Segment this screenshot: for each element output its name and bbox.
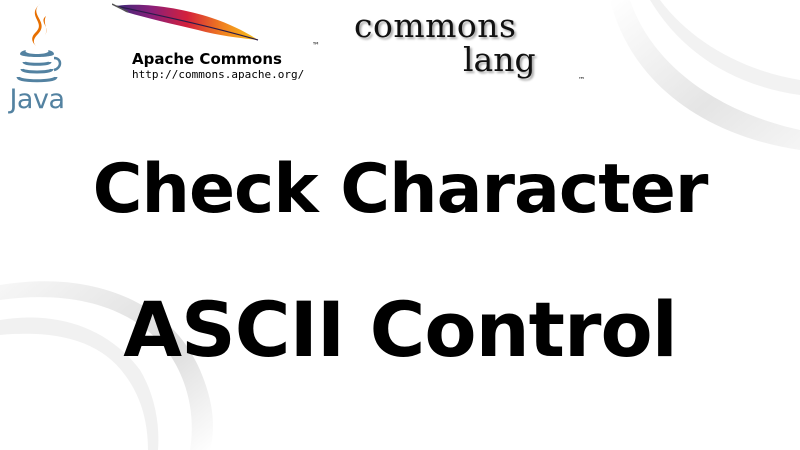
apache-commons-logo: Apache Commons ™ http://commons.apache.o…	[112, 0, 337, 88]
apache-trademark: ™	[312, 41, 320, 50]
title-line-1: Check Character	[92, 150, 709, 229]
java-logo: Java	[2, 2, 72, 120]
apache-feather-icon	[112, 3, 259, 41]
apache-commons-title: Apache Commons	[132, 50, 282, 68]
apache-commons-url: http://commons.apache.org/	[132, 68, 305, 81]
java-coffee-cup-icon	[16, 4, 62, 83]
title-line-2: ASCII Control	[123, 285, 678, 374]
java-wordmark: Java	[9, 84, 65, 115]
commons-lang-trademark: ™	[578, 76, 585, 84]
commons-lang-word-lang: lang	[463, 40, 536, 79]
commons-lang-logo: commons lang ™	[350, 6, 600, 96]
